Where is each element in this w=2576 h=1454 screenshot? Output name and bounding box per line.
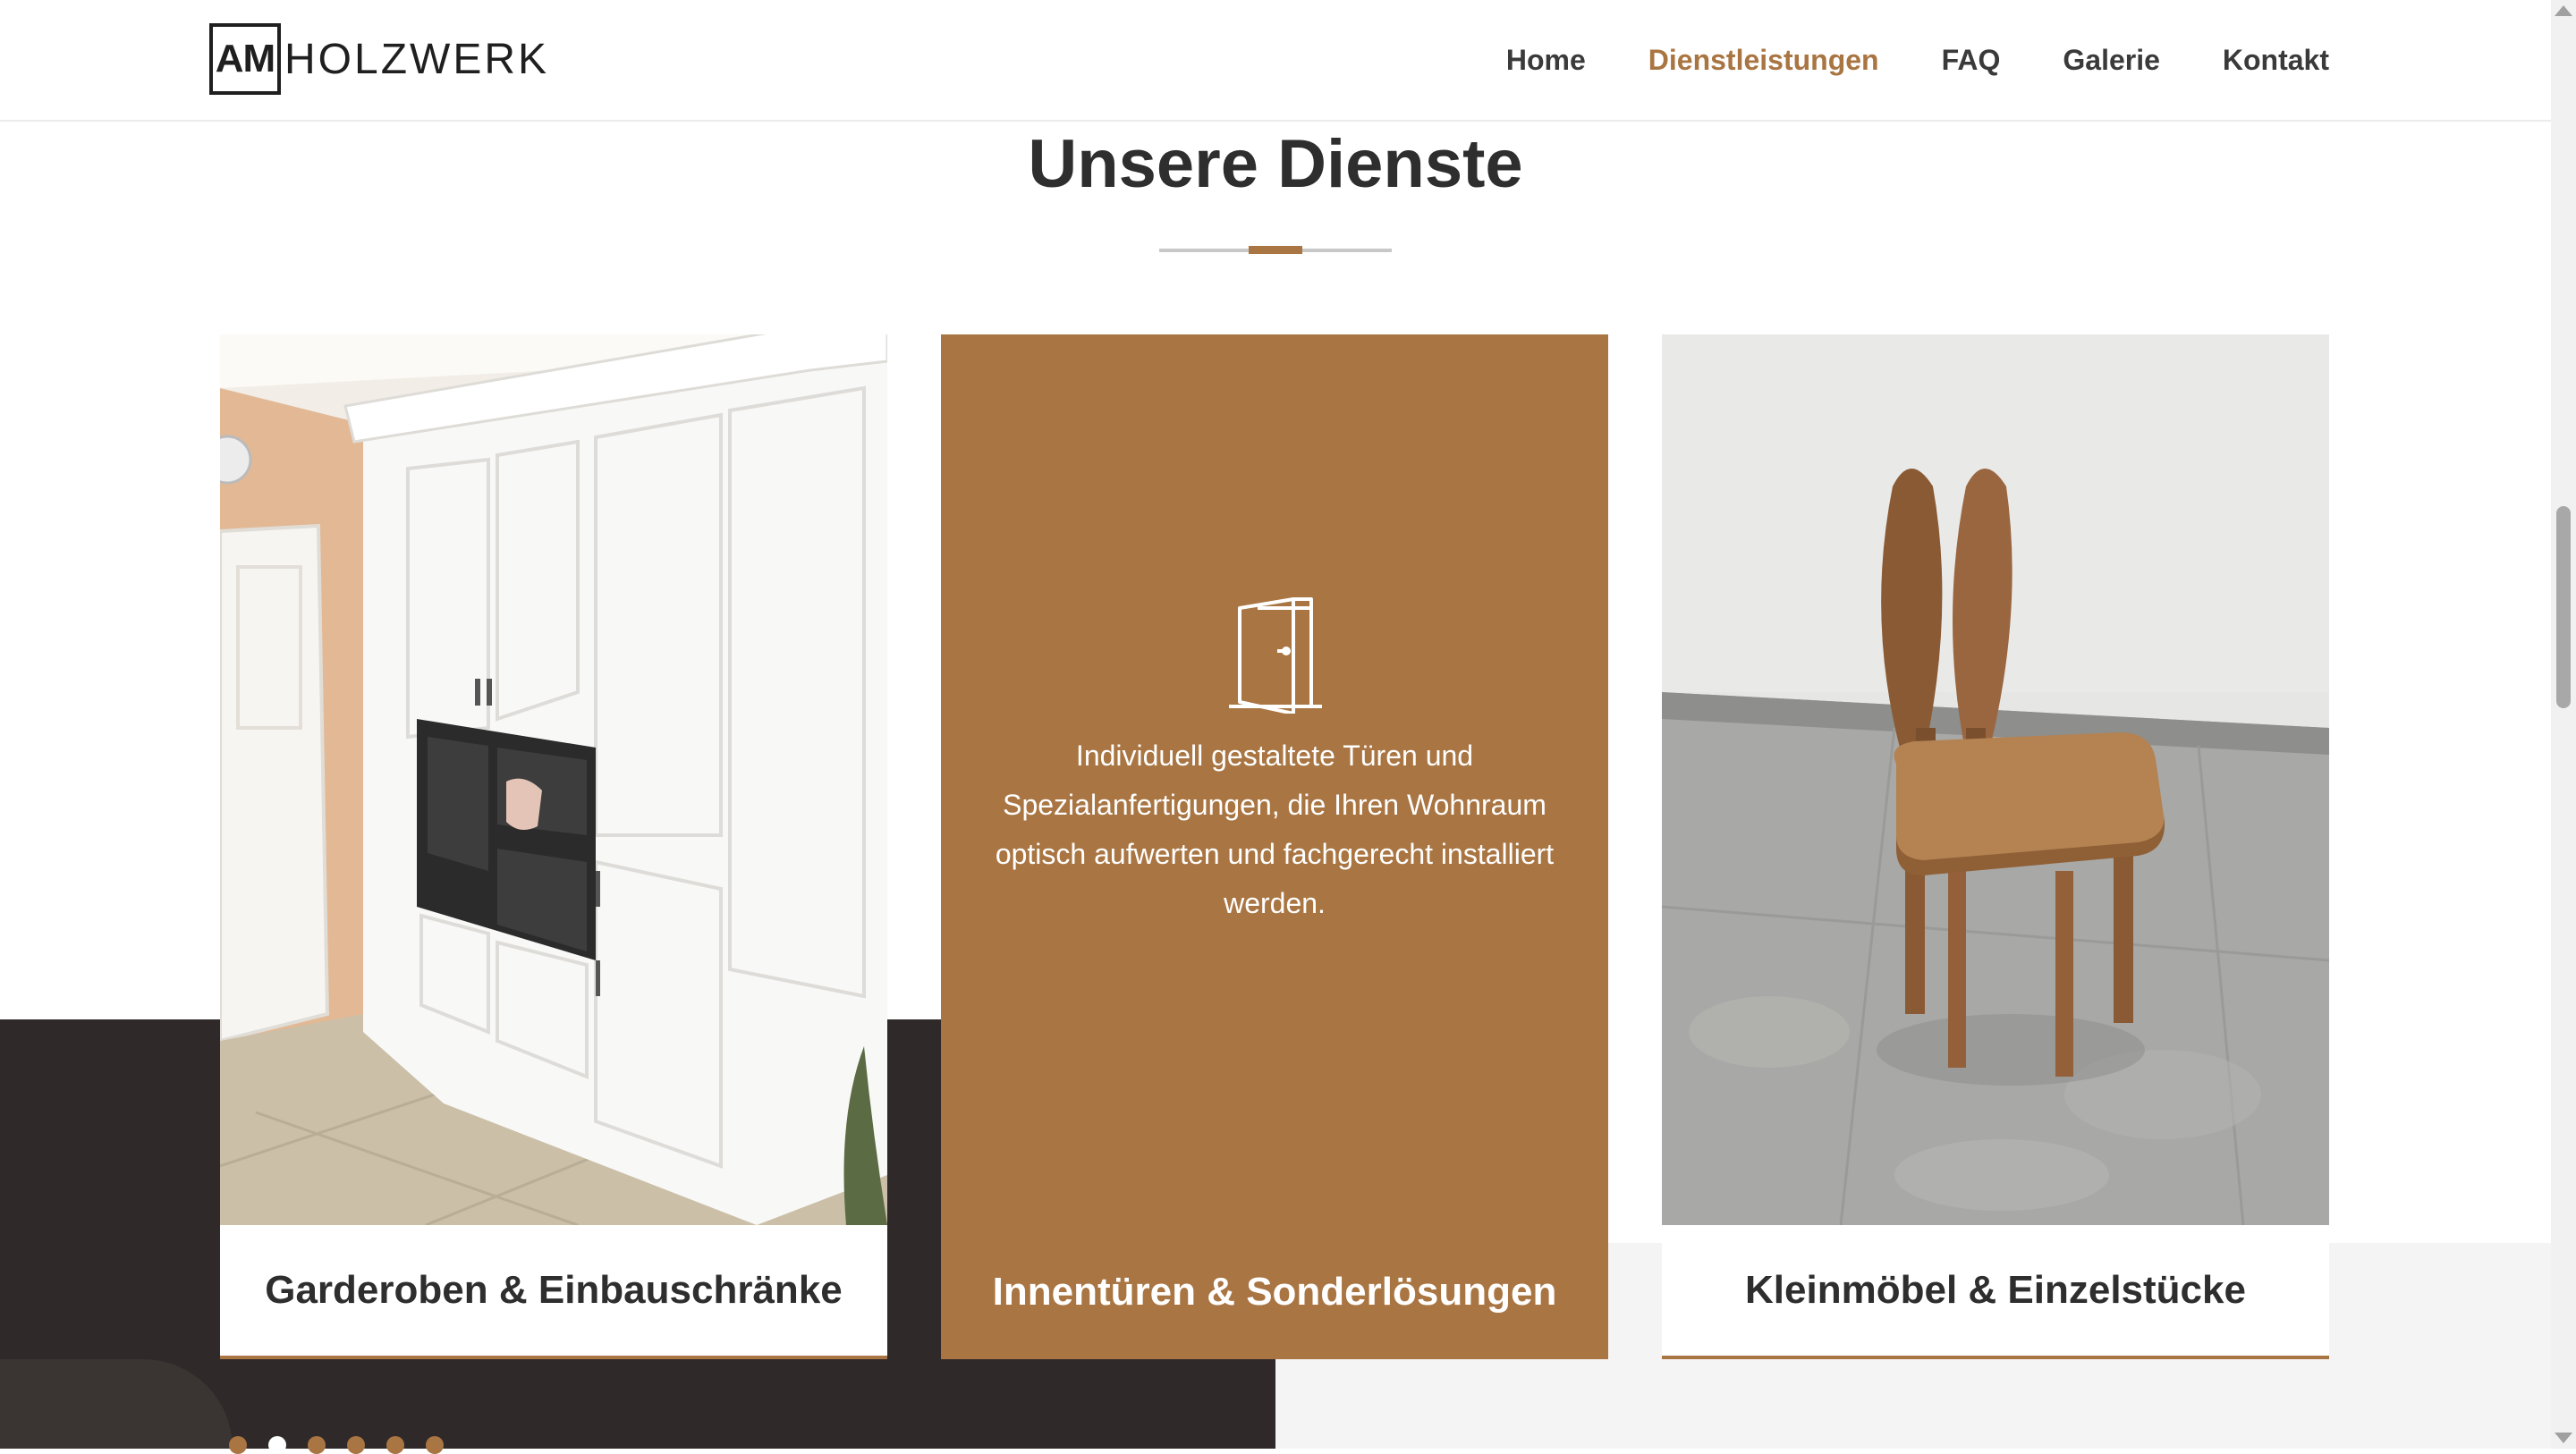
- card-title: Garderoben & Einbauschränke: [265, 1268, 843, 1312]
- pagination-dot[interactable]: [347, 1436, 365, 1454]
- card-title: Innentüren & Sonderlösungen: [992, 1270, 1557, 1314]
- site-header: AM HOLZWERK Home Dienstleistungen FAQ Ga…: [0, 0, 2551, 122]
- title-divider-accent: [1249, 246, 1302, 254]
- wardrobe-image: [220, 334, 887, 1225]
- scrollbar-thumb[interactable]: [2556, 506, 2571, 708]
- nav-link-kontakt[interactable]: Kontakt: [2223, 36, 2329, 84]
- door-icon: [1229, 597, 1322, 714]
- main-nav: Home Dienstleistungen FAQ Galerie Kontak…: [1444, 36, 2329, 84]
- nav-link-faq[interactable]: FAQ: [1942, 36, 2001, 84]
- card-title: Kleinmöbel & Einzelstücke: [1745, 1268, 2246, 1312]
- service-card-kleinmoebel[interactable]: Kleinmöbel & Einzelstücke: [1662, 334, 2329, 1359]
- pagination-dot[interactable]: [386, 1436, 404, 1454]
- pagination-dot[interactable]: [426, 1436, 444, 1454]
- logo-mark: AM: [209, 23, 281, 95]
- card-caption: Garderoben & Einbauschränke: [220, 1225, 887, 1359]
- service-card-innentueren[interactable]: Individuell gestaltete Türen und Spezial…: [941, 334, 1608, 1359]
- logo-text: HOLZWERK: [284, 35, 550, 83]
- pagination-dot-active[interactable]: [268, 1436, 286, 1454]
- card-caption: Kleinmöbel & Einzelstücke: [1662, 1225, 2329, 1359]
- slider-pagination: [229, 1436, 444, 1454]
- chair-image: [1662, 334, 2329, 1225]
- scroll-down-arrow-icon[interactable]: [2555, 1433, 2572, 1443]
- pagination-dot[interactable]: [308, 1436, 326, 1454]
- scroll-up-arrow-icon[interactable]: [2555, 5, 2572, 16]
- site-logo[interactable]: AM HOLZWERK: [209, 21, 549, 97]
- nav-link-dienstleistungen[interactable]: Dienstleistungen: [1648, 36, 1879, 84]
- service-card-garderoben[interactable]: Garderoben & Einbauschränke: [220, 334, 887, 1359]
- nav-link-galerie[interactable]: Galerie: [2063, 36, 2160, 84]
- page-scrollbar[interactable]: [2551, 0, 2576, 1449]
- nav-link-home[interactable]: Home: [1506, 36, 1586, 84]
- card-caption: Innentüren & Sonderlösungen: [941, 1225, 1608, 1359]
- section-title: Unsere Dienste: [1028, 126, 1523, 202]
- pagination-dot[interactable]: [229, 1436, 247, 1454]
- card-description: Individuell gestaltete Türen und Spezial…: [995, 740, 1555, 919]
- card-feature-panel: Individuell gestaltete Türen und Spezial…: [941, 334, 1608, 1359]
